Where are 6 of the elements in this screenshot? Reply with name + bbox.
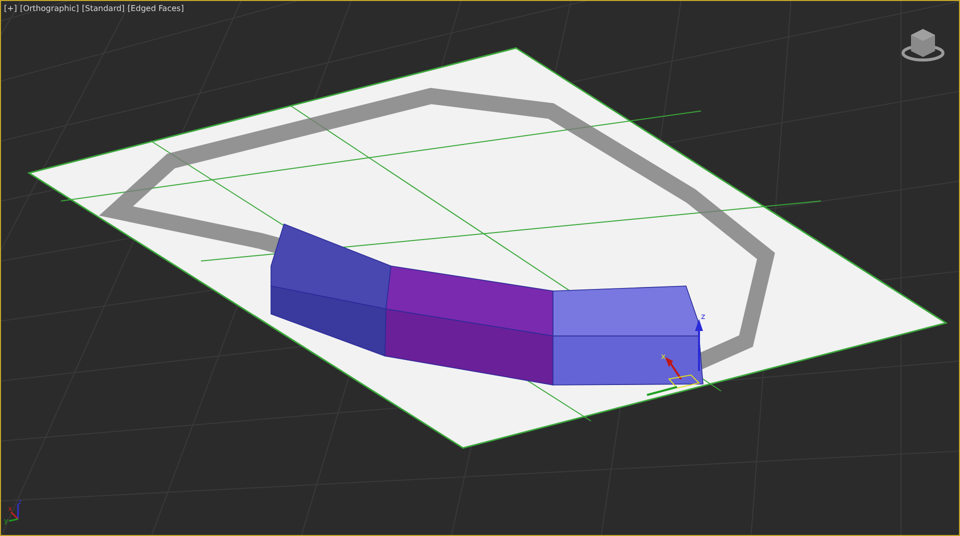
viewcube-icon[interactable] bbox=[902, 29, 944, 62]
viewport-menu-label[interactable]: [+] bbox=[4, 4, 17, 13]
viewport-menu-label[interactable]: [Orthographic] bbox=[20, 4, 79, 13]
transform-gizmo: z x bbox=[646, 312, 706, 396]
viewport-menu-label[interactable]: [Edged Faces] bbox=[128, 4, 184, 13]
viewport-menu-label[interactable]: [Standard] bbox=[82, 4, 125, 13]
